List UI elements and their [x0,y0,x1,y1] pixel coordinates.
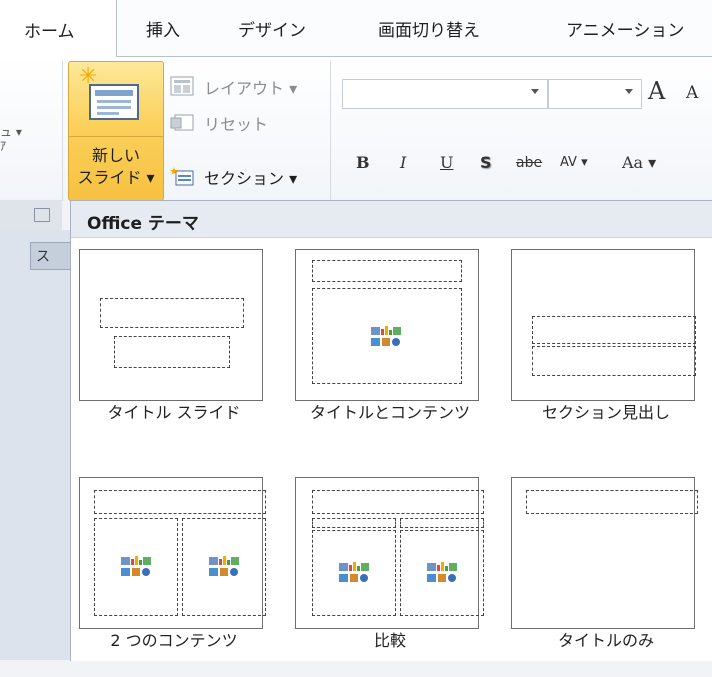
clipboard-group-partial: ュ ▾ ｱ [0,57,60,199]
new-slide-label: 新しい [91,146,140,165]
layout-title-only[interactable]: タイトルのみ [503,477,703,677]
section-icon [170,167,194,186]
font-size-dropdown[interactable] [548,79,642,109]
bold-button[interactable]: B [356,153,370,172]
group-separator [330,61,331,201]
tab-animations[interactable]: アニメーション [566,16,684,41]
ribbon-group-footer [0,200,62,230]
change-case-button[interactable]: Aa ▾ [622,153,656,172]
layout-thumbnail [79,249,263,401]
layout-two-content[interactable]: 2 つのコンテンツ [71,477,271,677]
layout-label: タイトルとコンテンツ [309,403,470,422]
content-insert-icon [339,562,369,582]
ribbon-tab-bar: ホーム 挿入 デザイン 画面切り替え アニメーション [0,0,712,58]
heading-placeholder-right [400,518,484,528]
content-placeholder-right [182,518,266,616]
reset-label: リセット [204,115,269,134]
ribbon-home: ュ ▾ ｱ ✳ 新しい スライド ▾ レイアウト ▾ リセット セクション ▾ … [0,57,712,201]
content-insert-icon [427,562,457,582]
format-painter-partial[interactable]: ｱ [0,137,6,154]
title-placeholder [312,260,462,282]
gallery-header: Office テーマ [71,201,712,238]
heading-placeholder-left [312,518,396,528]
content-placeholder-right [400,530,484,616]
content-placeholder-left [94,518,178,616]
content-insert-icon [209,556,239,576]
content-insert-icon [371,326,401,346]
shadow-button[interactable]: S [480,153,492,172]
italic-button[interactable]: I [400,153,406,172]
strikethrough-button[interactable]: abe [516,155,542,171]
layout-icon [170,76,194,96]
content-placeholder [312,288,462,384]
layout-gallery: Office テーマ タイトル スライド タイトルとコンテンツ セクション見出し… [70,200,712,661]
content-placeholder-left [312,530,396,616]
tab-home-label: ホーム [24,22,75,42]
layout-label: タイトル スライド [107,403,241,422]
title-placeholder [532,316,696,344]
character-spacing-button[interactable]: AV ▾ [560,155,588,170]
slides-pane: ス [0,230,72,660]
layout-label: レイアウト ▾ [204,79,298,98]
layout-thumbnail [511,477,698,629]
group-separator [62,61,63,201]
layout-label: 比較 [373,631,406,650]
font-name-dropdown[interactable] [342,79,548,109]
new-slide-button-top[interactable]: ✳ [69,62,163,137]
title-placeholder [526,490,698,514]
layout-label: タイトルのみ [557,631,654,650]
layout-comparison[interactable]: 比較 [287,477,487,677]
underline-button[interactable]: U [440,153,453,172]
layout-label: セクション見出し [541,403,670,422]
new-slide-button[interactable]: ✳ 新しい スライド ▾ [68,61,164,201]
content-insert-icon [121,556,151,576]
slides-pane-tab[interactable]: ス [30,242,72,270]
title-placeholder [312,490,484,514]
layout-thumbnail [79,477,266,629]
chevron-down-icon [625,89,633,94]
grow-font-button[interactable]: A [648,77,665,105]
new-slide-dropdown-label[interactable]: スライド ▾ [69,164,163,188]
text-placeholder [532,346,696,376]
layout-title-slide[interactable]: タイトル スライド [71,249,271,449]
title-placeholder [100,298,244,328]
new-slide-icon [89,84,139,120]
layout-label: 2 つのコンテンツ [110,631,238,650]
subtitle-placeholder [114,336,230,368]
tab-transitions[interactable]: 画面切り替え [378,16,480,41]
tab-design[interactable]: デザイン [238,16,306,41]
title-placeholder [94,490,266,514]
reset-icon [170,114,194,131]
tab-insert[interactable]: 挿入 [146,16,180,41]
gallery-title: Office テーマ [87,214,199,234]
dialog-launcher-icon[interactable] [34,208,50,222]
layout-thumbnail [511,249,696,401]
layout-thumbnail [295,249,479,401]
section-label: セクション ▾ [204,169,298,188]
tab-home[interactable]: ホーム [0,0,117,58]
chevron-down-icon [531,89,539,94]
layout-thumbnail [295,477,484,629]
slides-pane-tab-label: ス [36,249,50,265]
shrink-font-button[interactable]: A [686,83,698,103]
layout-section-header[interactable]: セクション見出し [503,249,703,449]
layout-title-and-content[interactable]: タイトルとコンテンツ [287,249,487,449]
